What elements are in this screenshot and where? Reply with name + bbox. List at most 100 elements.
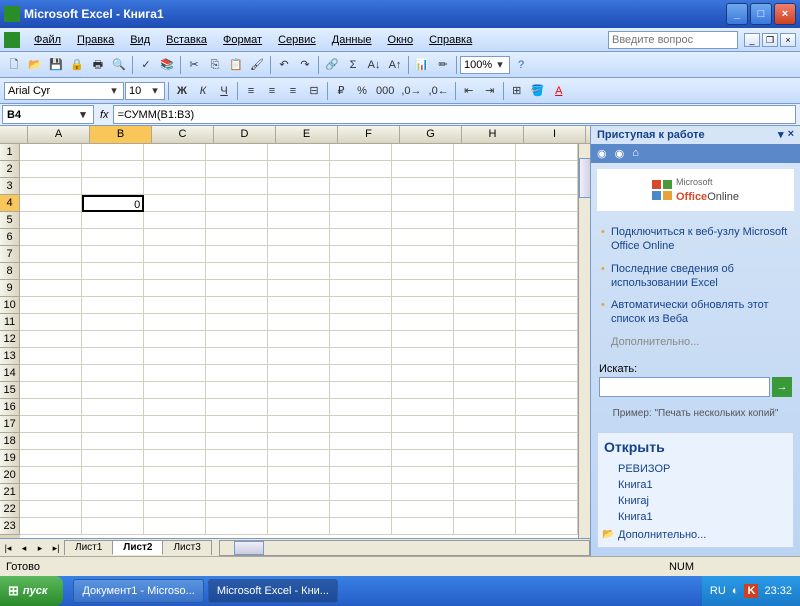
cell-C3[interactable] — [144, 178, 206, 195]
zoom-combo[interactable]: 100%▾ — [460, 56, 510, 74]
paste-button[interactable]: 📋 — [226, 55, 246, 75]
cell-H7[interactable] — [454, 246, 516, 263]
cell-G19[interactable] — [392, 450, 454, 467]
start-button[interactable]: пуск — [0, 576, 63, 606]
cell-B7[interactable] — [82, 246, 144, 263]
cell-G2[interactable] — [392, 161, 454, 178]
menu-Справка[interactable]: Справка — [421, 31, 480, 49]
cell-F11[interactable] — [330, 314, 392, 331]
cell-C4[interactable] — [144, 195, 206, 212]
cell-C18[interactable] — [144, 433, 206, 450]
cell-H6[interactable] — [454, 229, 516, 246]
cell-D22[interactable] — [206, 501, 268, 518]
cell-G18[interactable] — [392, 433, 454, 450]
cell-A13[interactable] — [20, 348, 82, 365]
cell-G23[interactable] — [392, 518, 454, 535]
tab-first-button[interactable]: |◂ — [0, 540, 16, 556]
cell-F13[interactable] — [330, 348, 392, 365]
col-header-I[interactable]: I — [524, 126, 586, 143]
cell-E13[interactable] — [268, 348, 330, 365]
cell-I13[interactable] — [516, 348, 578, 365]
doc-restore-button[interactable]: ❐ — [762, 33, 778, 47]
cell-I3[interactable] — [516, 178, 578, 195]
row-header-3[interactable]: 3 — [0, 178, 20, 195]
redo-button[interactable]: ↷ — [295, 55, 315, 75]
row-header-20[interactable]: 20 — [0, 467, 20, 484]
cell-B18[interactable] — [82, 433, 144, 450]
cell-I11[interactable] — [516, 314, 578, 331]
cell-E14[interactable] — [268, 365, 330, 382]
cell-D5[interactable] — [206, 212, 268, 229]
cell-C11[interactable] — [144, 314, 206, 331]
cell-B8[interactable] — [82, 263, 144, 280]
cell-I1[interactable] — [516, 144, 578, 161]
cell-I12[interactable] — [516, 331, 578, 348]
cell-B5[interactable] — [82, 212, 144, 229]
cell-D7[interactable] — [206, 246, 268, 263]
row-header-5[interactable]: 5 — [0, 212, 20, 229]
fill-color-button[interactable]: 🪣 — [528, 81, 548, 101]
task-pane-dropdown-icon[interactable]: ▾ — [778, 128, 784, 141]
task-link[interactable]: Последние сведения об использовании Exce… — [599, 258, 792, 295]
task-link[interactable]: Подключиться к веб-узлу Microsoft Office… — [599, 221, 792, 258]
cell-D14[interactable] — [206, 365, 268, 382]
task-pane-close-icon[interactable]: × — [788, 128, 794, 141]
cell-E20[interactable] — [268, 467, 330, 484]
align-right-button[interactable]: ≡ — [283, 81, 303, 101]
save-button[interactable]: 💾 — [46, 55, 66, 75]
row-header-15[interactable]: 15 — [0, 382, 20, 399]
cell-C8[interactable] — [144, 263, 206, 280]
cell-A7[interactable] — [20, 246, 82, 263]
row-header-7[interactable]: 7 — [0, 246, 20, 263]
cell-E17[interactable] — [268, 416, 330, 433]
row-header-10[interactable]: 10 — [0, 297, 20, 314]
select-all-corner[interactable] — [0, 126, 28, 143]
cell-F17[interactable] — [330, 416, 392, 433]
borders-button[interactable]: ⊞ — [507, 81, 527, 101]
cell-C16[interactable] — [144, 399, 206, 416]
cell-D21[interactable] — [206, 484, 268, 501]
cell-I6[interactable] — [516, 229, 578, 246]
open-more-link[interactable]: Дополнительно... — [604, 525, 787, 541]
cell-E22[interactable] — [268, 501, 330, 518]
tab-last-button[interactable]: ▸| — [48, 540, 64, 556]
print-button[interactable]: 🖶 — [88, 55, 108, 75]
autosum-button[interactable]: Σ — [343, 55, 363, 75]
cell-F21[interactable] — [330, 484, 392, 501]
row-header-11[interactable]: 11 — [0, 314, 20, 331]
cell-D10[interactable] — [206, 297, 268, 314]
cell-B10[interactable] — [82, 297, 144, 314]
tab-prev-button[interactable]: ◂ — [16, 540, 32, 556]
cell-A17[interactable] — [20, 416, 82, 433]
cell-B13[interactable] — [82, 348, 144, 365]
cells-area[interactable]: 0 — [20, 144, 578, 538]
cell-G3[interactable] — [392, 178, 454, 195]
cell-F6[interactable] — [330, 229, 392, 246]
cell-F8[interactable] — [330, 263, 392, 280]
cell-C6[interactable] — [144, 229, 206, 246]
row-header-12[interactable]: 12 — [0, 331, 20, 348]
preview-button[interactable]: 🔍 — [109, 55, 129, 75]
cell-G13[interactable] — [392, 348, 454, 365]
cell-E21[interactable] — [268, 484, 330, 501]
comma-button[interactable]: 000 — [373, 81, 397, 101]
cell-F12[interactable] — [330, 331, 392, 348]
cell-I14[interactable] — [516, 365, 578, 382]
cell-A20[interactable] — [20, 467, 82, 484]
font-combo[interactable]: Arial Cyr▾ — [4, 82, 124, 100]
cell-C17[interactable] — [144, 416, 206, 433]
cell-H17[interactable] — [454, 416, 516, 433]
task-link-more[interactable]: Дополнительно... — [599, 331, 792, 353]
cell-E16[interactable] — [268, 399, 330, 416]
font-size-combo[interactable]: 10▾ — [125, 82, 165, 100]
cell-H20[interactable] — [454, 467, 516, 484]
cell-H5[interactable] — [454, 212, 516, 229]
cell-B21[interactable] — [82, 484, 144, 501]
sheet-tab-Лист1[interactable]: Лист1 — [64, 540, 113, 555]
cell-E18[interactable] — [268, 433, 330, 450]
percent-button[interactable]: % — [352, 81, 372, 101]
cell-D15[interactable] — [206, 382, 268, 399]
row-header-9[interactable]: 9 — [0, 280, 20, 297]
help-question-input[interactable] — [608, 31, 738, 49]
menu-Сервис[interactable]: Сервис — [270, 31, 324, 49]
